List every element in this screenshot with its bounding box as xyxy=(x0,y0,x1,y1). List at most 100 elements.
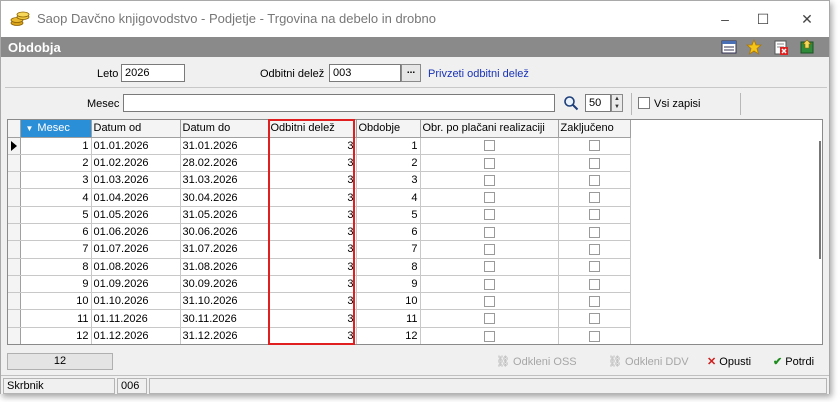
opusti-button[interactable]: ✕ Opusti xyxy=(707,353,751,371)
cell-obdobje[interactable]: 8 xyxy=(356,258,421,276)
cell-mesec[interactable]: 11 xyxy=(20,309,92,328)
spin-down-icon[interactable]: ▼ xyxy=(612,103,622,111)
table-row[interactable]: 4 01.04.2026 30.04.2026 3 4 xyxy=(8,188,631,207)
vsi-zapisi-checkbox[interactable] xyxy=(638,97,650,109)
zakljuceno-checkbox[interactable] xyxy=(588,226,600,238)
grid-scrollbar[interactable] xyxy=(819,141,821,259)
cell-datum-do[interactable]: 31.10.2026 xyxy=(180,292,269,311)
cell-datum-od[interactable]: 01.12.2026 xyxy=(91,327,181,344)
export-icon[interactable] xyxy=(799,39,815,55)
table-row[interactable]: 7 01.07.2026 31.07.2026 3 7 xyxy=(8,240,631,259)
favorite-star-icon[interactable] xyxy=(746,39,762,55)
odbitni-browse-button[interactable]: ... xyxy=(401,64,421,82)
table-row[interactable]: 6 01.06.2026 30.06.2026 3 6 xyxy=(8,223,631,242)
cell-datum-do[interactable]: 31.12.2026 xyxy=(180,327,269,344)
column-header-mesec[interactable]: ▼ Mesec xyxy=(20,120,92,138)
column-header-datum-od[interactable]: Datum od xyxy=(91,120,181,138)
mesec-search-input[interactable] xyxy=(123,94,555,112)
cell-mesec[interactable]: 3 xyxy=(20,171,92,190)
cell-datum-od[interactable]: 01.08.2026 xyxy=(91,258,181,276)
cell-odbitni-delez[interactable]: 3 xyxy=(268,206,357,224)
cell-datum-od[interactable]: 01.07.2026 xyxy=(91,240,181,259)
cell-odbitni-delez[interactable]: 3 xyxy=(268,309,357,328)
table-row[interactable]: 3 01.03.2026 31.03.2026 3 3 xyxy=(8,171,631,190)
table-row[interactable]: 5 01.05.2026 31.05.2026 3 5 xyxy=(8,206,631,224)
obr-placani-checkbox[interactable] xyxy=(483,226,495,238)
cell-datum-do[interactable]: 31.05.2026 xyxy=(180,206,269,224)
column-header-datum-do[interactable]: Datum do xyxy=(180,120,269,138)
cell-datum-od[interactable]: 01.09.2026 xyxy=(91,275,181,294)
cell-datum-do[interactable]: 28.02.2026 xyxy=(180,154,269,173)
delete-record-icon[interactable] xyxy=(773,39,789,55)
odbitni-input[interactable]: 003 xyxy=(329,64,401,82)
cell-datum-do[interactable]: 30.06.2026 xyxy=(180,223,269,242)
cell-datum-do[interactable]: 31.03.2026 xyxy=(180,171,269,190)
cell-datum-do[interactable]: 31.08.2026 xyxy=(180,258,269,276)
cell-datum-do[interactable]: 31.01.2026 xyxy=(180,137,269,155)
cell-obdobje[interactable]: 10 xyxy=(356,292,421,311)
column-header-zakljuceno[interactable]: Zaključeno xyxy=(558,120,631,138)
spin-up-icon[interactable]: ▲ xyxy=(612,95,622,103)
cell-obdobje[interactable]: 3 xyxy=(356,171,421,190)
obr-placani-checkbox[interactable] xyxy=(483,244,495,256)
cell-mesec[interactable]: 7 xyxy=(20,240,92,259)
list-settings-icon[interactable] xyxy=(721,39,737,55)
leto-input[interactable]: 2026 xyxy=(121,64,185,82)
zakljuceno-checkbox[interactable] xyxy=(588,330,600,342)
odkleni-oss-button[interactable]: ⛓ Odkleni OSS xyxy=(496,353,577,371)
column-header-obr-placani[interactable]: Obr. po plačani realizaciji xyxy=(420,120,559,138)
obr-placani-checkbox[interactable] xyxy=(483,278,495,290)
cell-obdobje[interactable]: 2 xyxy=(356,154,421,173)
cell-odbitni-delez[interactable]: 3 xyxy=(268,275,357,294)
zakljuceno-checkbox[interactable] xyxy=(588,157,600,169)
zakljuceno-checkbox[interactable] xyxy=(588,278,600,290)
cell-mesec[interactable]: 9 xyxy=(20,275,92,294)
obr-placani-checkbox[interactable] xyxy=(483,209,495,221)
cell-datum-od[interactable]: 01.11.2026 xyxy=(91,309,181,328)
zakljuceno-checkbox[interactable] xyxy=(588,209,600,221)
cell-datum-do[interactable]: 30.11.2026 xyxy=(180,309,269,328)
cell-datum-od[interactable]: 01.01.2026 xyxy=(91,137,181,155)
close-button[interactable]: ✕ xyxy=(789,7,825,31)
cell-datum-do[interactable]: 30.09.2026 xyxy=(180,275,269,294)
obr-placani-checkbox[interactable] xyxy=(483,330,495,342)
cell-odbitni-delez[interactable]: 3 xyxy=(268,240,357,259)
zakljuceno-checkbox[interactable] xyxy=(588,295,600,307)
cell-odbitni-delez[interactable]: 3 xyxy=(268,258,357,276)
obr-placani-checkbox[interactable] xyxy=(483,157,495,169)
zakljuceno-checkbox[interactable] xyxy=(588,192,600,204)
cell-datum-od[interactable]: 01.04.2026 xyxy=(91,188,181,207)
cell-datum-od[interactable]: 01.02.2026 xyxy=(91,154,181,173)
odkleni-ddv-button[interactable]: ⛓ Odkleni DDV xyxy=(608,353,689,371)
obr-placani-checkbox[interactable] xyxy=(483,261,495,273)
cell-obdobje[interactable]: 5 xyxy=(356,206,421,224)
column-header-odbitni-delez[interactable]: Odbitni delež xyxy=(268,120,357,138)
page-size-input[interactable]: 50 xyxy=(585,94,611,112)
cell-mesec[interactable]: 8 xyxy=(20,258,92,276)
cell-mesec[interactable]: 12 xyxy=(20,327,92,344)
zakljuceno-checkbox[interactable] xyxy=(588,174,600,186)
privzeti-odbitni-link[interactable]: Privzeti odbitni delež xyxy=(428,68,529,80)
maximize-button[interactable]: ☐ xyxy=(745,7,781,31)
search-icon[interactable] xyxy=(563,95,579,111)
table-row[interactable]: 8 01.08.2026 31.08.2026 3 8 xyxy=(8,258,631,276)
cell-odbitni-delez[interactable]: 3 xyxy=(268,188,357,207)
obr-placani-checkbox[interactable] xyxy=(483,313,495,325)
cell-obdobje[interactable]: 6 xyxy=(356,223,421,242)
cell-obdobje[interactable]: 9 xyxy=(356,275,421,294)
cell-obdobje[interactable]: 12 xyxy=(356,327,421,344)
cell-obdobje[interactable]: 4 xyxy=(356,188,421,207)
cell-datum-od[interactable]: 01.03.2026 xyxy=(91,171,181,190)
table-row[interactable]: 10 01.10.2026 31.10.2026 3 10 xyxy=(8,292,631,311)
zakljuceno-checkbox[interactable] xyxy=(588,261,600,273)
potrdi-button[interactable]: ✔ Potrdi xyxy=(773,353,814,371)
column-header-obdobje[interactable]: Obdobje xyxy=(356,120,421,138)
table-row[interactable]: 2 01.02.2026 28.02.2026 3 2 xyxy=(8,154,631,173)
table-row[interactable]: 9 01.09.2026 30.09.2026 3 9 xyxy=(8,275,631,294)
table-row[interactable]: 12 01.12.2026 31.12.2026 3 12 xyxy=(8,327,631,344)
cell-obdobje[interactable]: 1 xyxy=(356,137,421,155)
zakljuceno-checkbox[interactable] xyxy=(588,140,600,152)
cell-odbitni-delez[interactable]: 3 xyxy=(268,223,357,242)
table-row[interactable]: 11 01.11.2026 30.11.2026 3 11 xyxy=(8,309,631,328)
cell-obdobje[interactable]: 11 xyxy=(356,309,421,328)
